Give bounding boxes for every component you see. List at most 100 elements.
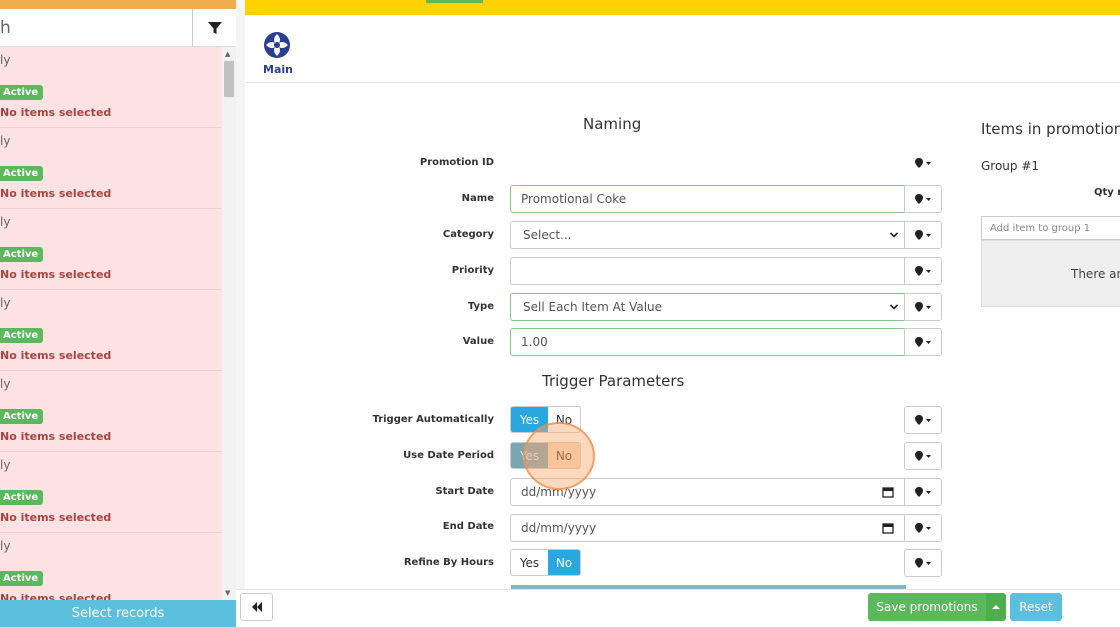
calendar-icon[interactable] [882, 522, 894, 534]
name-pin-button[interactable] [904, 185, 942, 213]
category-pin-button[interactable] [904, 221, 942, 249]
use-date-period-label: Use Date Period [403, 450, 494, 461]
record-title: ly [0, 215, 11, 229]
pin-icon [915, 451, 931, 461]
start-date-label: Start Date [435, 486, 494, 497]
main-logo-icon[interactable] [263, 31, 291, 59]
caret-up-icon [992, 605, 1000, 609]
record-subtitle: No items selected [0, 592, 112, 600]
pin-icon [915, 337, 931, 347]
chevron-down-icon [889, 304, 899, 310]
double-chevron-left-icon [251, 602, 262, 612]
empty-message: There are [1071, 267, 1120, 281]
record-subtitle: No items selected [0, 106, 112, 119]
name-input[interactable]: Promotional Coke [510, 185, 905, 213]
priority-input[interactable] [510, 257, 905, 285]
type-selected-value: Sell Each Item At Value [523, 300, 663, 314]
pin-icon [915, 415, 931, 425]
use-date-pin-button[interactable] [904, 442, 942, 470]
promotion-id-label: Promotion ID [419, 157, 494, 168]
category-selected-value: Select... [523, 228, 572, 242]
refine-hours-yes[interactable]: Yes [511, 550, 548, 575]
filter-button[interactable] [194, 9, 236, 46]
trigger-auto-yes[interactable]: Yes [511, 407, 548, 432]
value-pin-button[interactable] [904, 328, 942, 356]
scroll-up-icon[interactable]: ▲ [225, 50, 230, 58]
select-records-button[interactable]: Select records [0, 600, 236, 627]
scroll-down-icon[interactable]: ▼ [225, 589, 230, 597]
top-yellow-bar [245, 0, 1120, 15]
list-scrollbar[interactable]: ▲ ▼ [222, 47, 236, 600]
start-date-input[interactable]: dd/mm/yyyy [510, 478, 905, 506]
use-date-period-toggle[interactable]: Yes No [510, 442, 581, 469]
list-item[interactable]: ly Active No items selected [0, 128, 222, 209]
status-badge: Active [0, 571, 44, 586]
category-select[interactable]: Select... [510, 221, 905, 249]
trigger-auto-no[interactable]: No [548, 407, 580, 432]
pin-icon [915, 558, 931, 568]
refine-by-hours-label: Refine By Hours [403, 557, 494, 568]
record-title: ly [0, 134, 11, 148]
start-date-pin-button[interactable] [904, 478, 942, 506]
pin-icon [915, 302, 931, 312]
list-item[interactable]: ly Active No items selected [0, 209, 222, 290]
list-item[interactable]: ly Active No items selected [0, 290, 222, 371]
type-label: Type [467, 301, 494, 312]
use-date-no[interactable]: No [548, 443, 580, 468]
record-title: ly [0, 53, 11, 67]
record-subtitle: No items selected [0, 430, 112, 443]
promotion-id-pin-button[interactable] [904, 149, 942, 177]
trigger-automatically-label: Trigger Automatically [372, 414, 494, 425]
refine-by-hours-toggle[interactable]: Yes No [510, 549, 581, 576]
start-date-placeholder: dd/mm/yyyy [521, 485, 597, 499]
record-title: ly [0, 458, 11, 472]
list-item[interactable]: ly Active No items selected [0, 371, 222, 452]
list-item[interactable]: ly Active No items selected [0, 533, 222, 600]
save-promotions-button[interactable]: Save promotions [868, 593, 986, 621]
reset-button[interactable]: Reset [1010, 593, 1062, 621]
refine-hours-pin-button[interactable] [904, 549, 942, 577]
record-subtitle: No items selected [0, 349, 112, 362]
status-badge: Active [0, 166, 44, 181]
record-title: ly [0, 377, 11, 391]
end-date-pin-button[interactable] [904, 514, 942, 542]
qty-column-label: Qty r [1094, 187, 1120, 198]
main-nav-label[interactable]: Main [263, 63, 293, 76]
list-item[interactable]: ly Active No items selected [0, 452, 222, 533]
refine-hours-no[interactable]: No [548, 550, 580, 575]
end-date-label: End Date [442, 521, 494, 532]
record-title: ly [0, 539, 11, 553]
end-date-input[interactable]: dd/mm/yyyy [510, 514, 905, 542]
back-button[interactable] [240, 593, 273, 621]
type-pin-button[interactable] [904, 293, 942, 321]
save-options-button[interactable] [986, 593, 1006, 621]
scroll-thumb[interactable] [224, 61, 234, 97]
naming-section-title: Naming [583, 115, 642, 133]
trigger-auto-pin-button[interactable] [904, 406, 942, 434]
top-active-tab[interactable] [426, 0, 483, 3]
trigger-section-title: Trigger Parameters [542, 372, 685, 390]
header-bar: Main [245, 15, 1120, 83]
search-input[interactable] [0, 9, 193, 46]
pin-icon [915, 266, 931, 276]
calendar-icon[interactable] [882, 486, 894, 498]
records-list: ly Active No items selected ly Active No… [0, 47, 222, 600]
records-panel: ly Active No items selected ly Active No… [0, 0, 236, 627]
record-subtitle: No items selected [0, 268, 112, 281]
status-badge: Active [0, 247, 44, 262]
type-select[interactable]: Sell Each Item At Value [510, 293, 905, 321]
chevron-down-icon [889, 232, 899, 238]
pin-icon [915, 487, 931, 497]
filter-icon [208, 21, 222, 34]
status-badge: Active [0, 85, 44, 100]
end-date-placeholder: dd/mm/yyyy [521, 521, 597, 535]
status-badge: Active [0, 490, 44, 505]
priority-pin-button[interactable] [904, 257, 942, 285]
list-item[interactable]: ly Active No items selected [0, 47, 222, 128]
add-item-input[interactable]: Add item to group 1 [981, 216, 1120, 240]
use-date-yes[interactable]: Yes [511, 443, 548, 468]
panel-top-strip [0, 0, 236, 9]
trigger-automatically-toggle[interactable]: Yes No [510, 406, 581, 433]
record-subtitle: No items selected [0, 187, 112, 200]
value-input[interactable]: 1.00 [510, 328, 905, 356]
